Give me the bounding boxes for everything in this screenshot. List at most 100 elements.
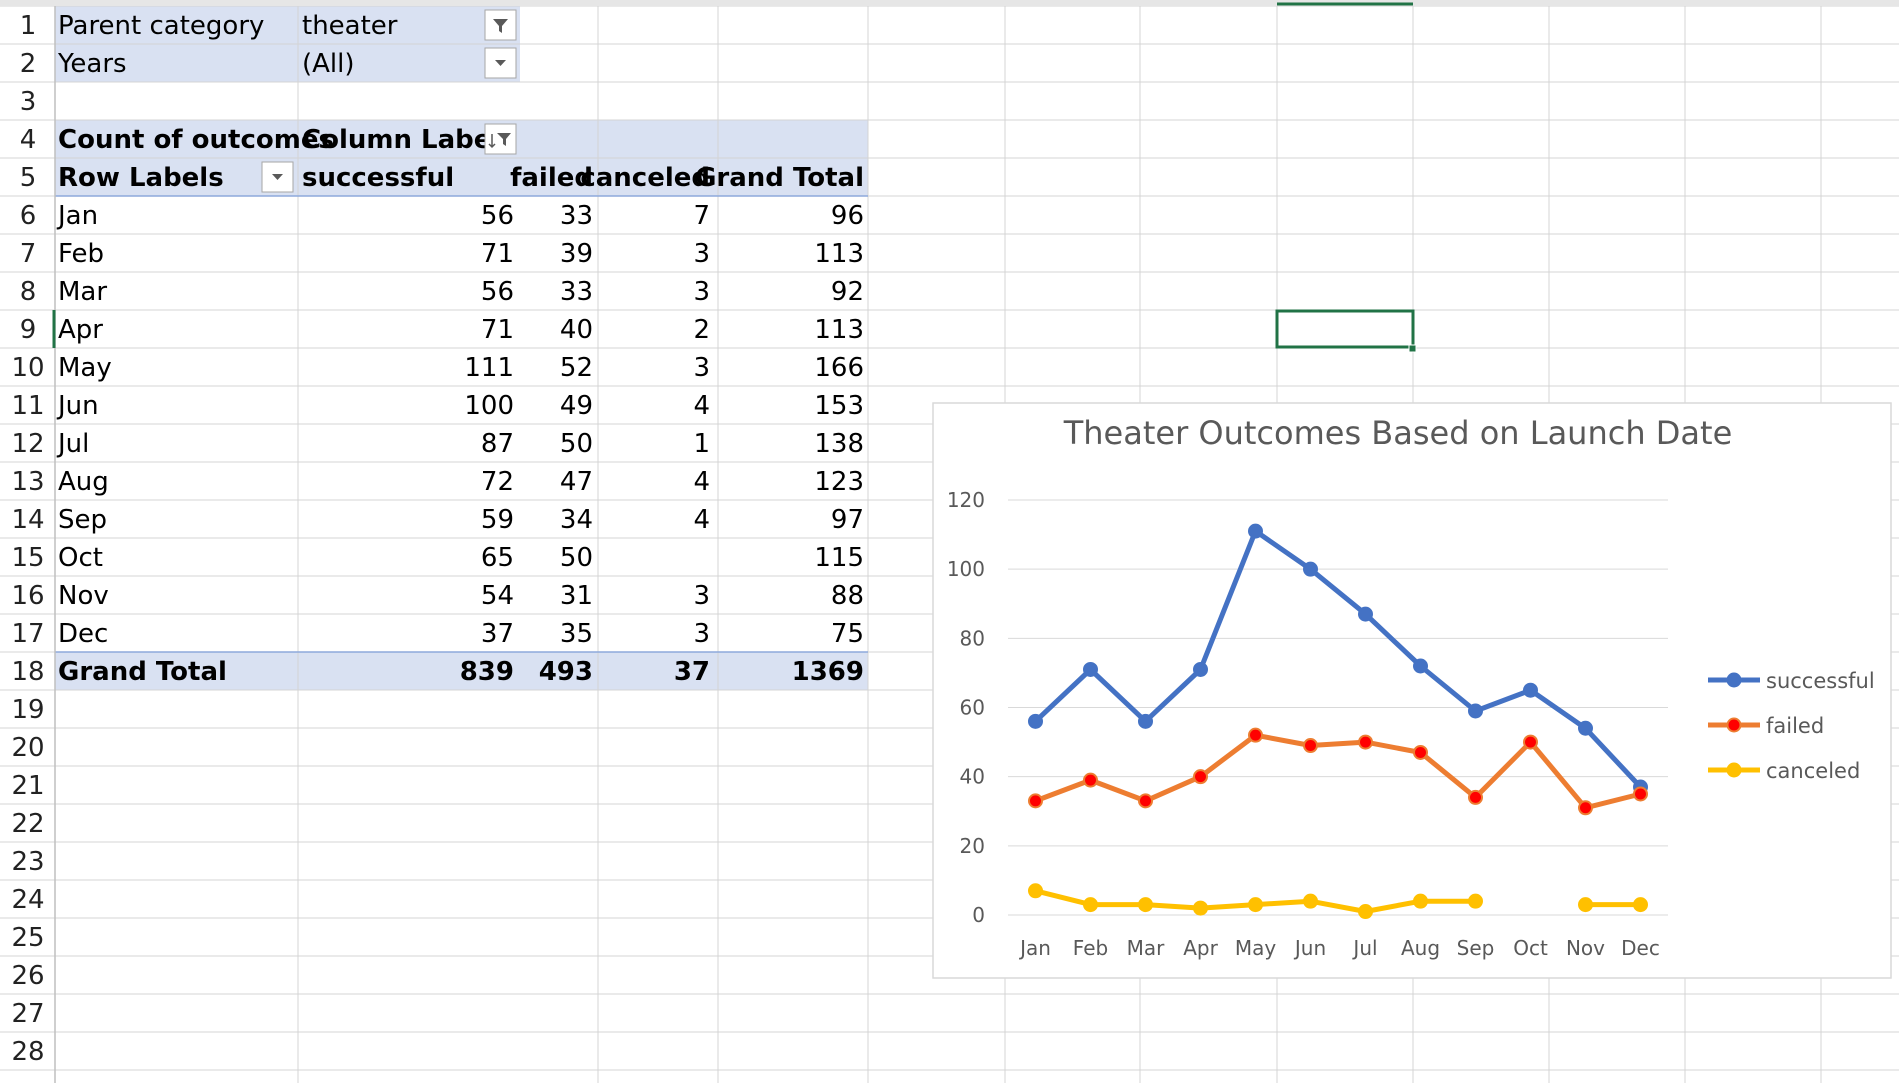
data-point[interactable] bbox=[1303, 893, 1318, 909]
data-point[interactable] bbox=[1083, 772, 1098, 788]
pivot-corner-label: Count of outcomes bbox=[58, 125, 334, 155]
data-point[interactable] bbox=[1468, 703, 1483, 719]
row-label: Jul bbox=[56, 429, 89, 459]
row-header-5[interactable]: 5 bbox=[20, 163, 37, 193]
filter-button[interactable] bbox=[484, 9, 517, 41]
data-point[interactable] bbox=[1468, 893, 1483, 909]
row-header-6[interactable]: 6 bbox=[20, 201, 37, 231]
cell-value: 111 bbox=[464, 353, 514, 383]
cell-value: 33 bbox=[560, 201, 593, 231]
data-point[interactable] bbox=[1028, 713, 1043, 729]
data-point[interactable] bbox=[1578, 897, 1593, 913]
cell-value: 3 bbox=[693, 619, 710, 649]
selected-cell[interactable] bbox=[1275, 309, 1415, 349]
table-row: Aug 72 47 4 123 bbox=[58, 467, 864, 497]
x-tick-label: Mar bbox=[1127, 936, 1166, 960]
data-point[interactable] bbox=[1468, 789, 1483, 805]
row-header-22[interactable]: 22 bbox=[11, 809, 44, 839]
row-header-25[interactable]: 25 bbox=[11, 923, 44, 953]
legend-marker bbox=[1726, 762, 1742, 778]
row-header-26[interactable]: 26 bbox=[11, 961, 44, 991]
data-point[interactable] bbox=[1358, 606, 1373, 622]
cell-value: 40 bbox=[560, 315, 593, 345]
x-tick-label: Aug bbox=[1401, 936, 1440, 960]
filter-value: theater bbox=[302, 11, 398, 41]
data-point[interactable] bbox=[1248, 523, 1263, 539]
data-point[interactable] bbox=[1413, 658, 1428, 674]
data-point[interactable] bbox=[1578, 800, 1593, 816]
data-point[interactable] bbox=[1083, 661, 1098, 677]
row-header-17[interactable]: 17 bbox=[11, 619, 44, 649]
data-point[interactable] bbox=[1413, 893, 1428, 909]
data-point[interactable] bbox=[1193, 661, 1208, 677]
row-header-7[interactable]: 7 bbox=[20, 239, 37, 269]
row-label: Nov bbox=[58, 581, 109, 611]
cell-value: 100 bbox=[464, 391, 514, 421]
row-header-14[interactable]: 14 bbox=[11, 505, 44, 535]
table-row: Jul 87 50 1 138 bbox=[56, 429, 864, 459]
y-tick-label: 80 bbox=[960, 626, 985, 650]
data-point[interactable] bbox=[1413, 744, 1428, 760]
data-point[interactable] bbox=[1138, 897, 1153, 913]
y-tick-label: 0 bbox=[972, 903, 985, 927]
legend-label: successful bbox=[1766, 669, 1875, 693]
dropdown-button[interactable] bbox=[484, 47, 517, 79]
data-point[interactable] bbox=[1358, 734, 1373, 750]
row-header-2[interactable]: 2 bbox=[20, 49, 37, 79]
cell-value: 113 bbox=[814, 315, 864, 345]
row-labels-dropdown[interactable] bbox=[261, 161, 294, 193]
cell-value: 71 bbox=[481, 315, 514, 345]
row-header-13[interactable]: 13 bbox=[11, 467, 44, 497]
row-header-16[interactable]: 16 bbox=[11, 581, 44, 611]
cell-value: 153 bbox=[814, 391, 864, 421]
data-point[interactable] bbox=[1248, 727, 1263, 743]
data-point[interactable] bbox=[1358, 904, 1373, 920]
row-header-21[interactable]: 21 bbox=[11, 771, 44, 801]
fill-handle[interactable] bbox=[1408, 344, 1417, 353]
row-header-10[interactable]: 10 bbox=[11, 353, 44, 383]
data-point[interactable] bbox=[1633, 897, 1648, 913]
data-point[interactable] bbox=[1193, 769, 1208, 785]
chart[interactable]: Theater Outcomes Based on Launch Date 0 20… bbox=[932, 402, 1892, 979]
data-point[interactable] bbox=[1303, 561, 1318, 577]
data-point[interactable] bbox=[1303, 738, 1318, 754]
row-header-20[interactable]: 20 bbox=[11, 733, 44, 763]
row-header-12[interactable]: 12 bbox=[11, 429, 44, 459]
table-row: Sep 59 34 4 97 bbox=[58, 505, 864, 535]
row-header-19[interactable]: 19 bbox=[11, 695, 44, 725]
chart-title[interactable]: Theater Outcomes Based on Launch Date bbox=[1063, 414, 1733, 452]
row-header-28[interactable]: 28 bbox=[11, 1037, 44, 1067]
chart-area[interactable] bbox=[932, 402, 1892, 979]
data-point[interactable] bbox=[1028, 883, 1043, 899]
column-filter-button[interactable] bbox=[484, 123, 517, 155]
data-point[interactable] bbox=[1248, 897, 1263, 913]
data-point[interactable] bbox=[1028, 793, 1043, 809]
data-point[interactable] bbox=[1193, 900, 1208, 916]
x-tick-label: Oct bbox=[1513, 936, 1548, 960]
row-header-24[interactable]: 24 bbox=[11, 885, 44, 915]
row-header-11[interactable]: 11 bbox=[11, 391, 44, 421]
row-header-15[interactable]: 15 bbox=[11, 543, 44, 573]
row-header-9[interactable]: 9 bbox=[20, 315, 37, 345]
row-header-4[interactable]: 4 bbox=[20, 125, 37, 155]
spreadsheet-grid[interactable]: Parent category theater Years (All) Count of… bbox=[0, 0, 1899, 1083]
data-point[interactable] bbox=[1578, 720, 1593, 736]
row-header-3[interactable]: 3 bbox=[20, 87, 37, 117]
data-point[interactable] bbox=[1523, 682, 1538, 698]
data-point[interactable] bbox=[1523, 734, 1538, 750]
row-label: Jun bbox=[56, 391, 99, 421]
row-header-23[interactable]: 23 bbox=[11, 847, 44, 877]
cell-value: 65 bbox=[481, 543, 514, 573]
data-point[interactable] bbox=[1138, 793, 1153, 809]
column-header: Grand Total bbox=[695, 163, 864, 193]
data-point[interactable] bbox=[1633, 786, 1648, 802]
data-point[interactable] bbox=[1138, 713, 1153, 729]
row-header-27[interactable]: 27 bbox=[11, 999, 44, 1029]
row-header-18[interactable]: 18 bbox=[11, 657, 44, 687]
legend-label: failed bbox=[1766, 714, 1824, 738]
row-header-8[interactable]: 8 bbox=[20, 277, 37, 307]
row-header-1[interactable]: 1 bbox=[20, 11, 37, 41]
x-tick-label: Jun bbox=[1293, 936, 1326, 960]
data-point[interactable] bbox=[1083, 897, 1098, 913]
x-tick-label: Jul bbox=[1351, 936, 1377, 960]
